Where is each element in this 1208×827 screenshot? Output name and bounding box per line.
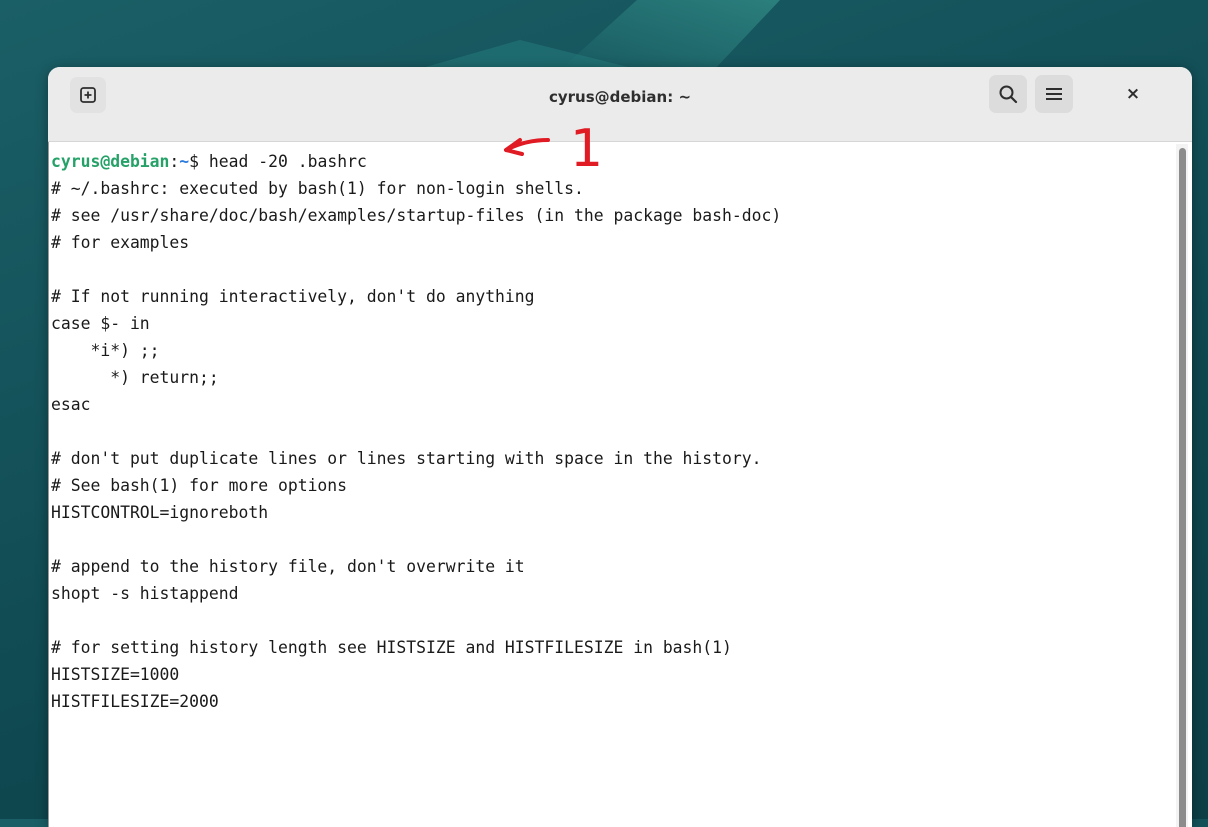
- hamburger-menu-icon: [1046, 88, 1062, 100]
- search-button[interactable]: [989, 75, 1027, 113]
- output-line: # see /usr/share/doc/bash/examples/start…: [51, 206, 782, 225]
- prompt-user-host: cyrus@debian: [51, 152, 170, 171]
- output-line: # If not running interactively, don't do…: [51, 287, 535, 306]
- wallpaper-shape: [560, 0, 780, 70]
- vertical-scrollbar[interactable]: [1176, 144, 1188, 827]
- output-line: *) return;;: [51, 368, 219, 387]
- prompt-symbol: $: [189, 152, 209, 171]
- title-bar[interactable]: cyrus@debian: ~ ×: [48, 67, 1192, 142]
- terminal-area[interactable]: cyrus@debian:~$ head -20 .bashrc # ~/.ba…: [48, 142, 1173, 827]
- output-line: case $- in: [51, 314, 150, 333]
- output-line: # See bash(1) for more options: [51, 476, 348, 495]
- output-line: # append to the history file, don't over…: [51, 557, 525, 576]
- output-line: HISTCONTROL=ignoreboth: [51, 503, 269, 522]
- output-line: HISTFILESIZE=2000: [51, 692, 219, 711]
- output-line: esac: [51, 395, 91, 414]
- prompt-path: ~: [179, 152, 190, 171]
- prompt-separator: :: [169, 152, 180, 171]
- prompt-line: cyrus@debian:~$ head -20 .bashrc: [51, 150, 367, 174]
- annotation-number: 1: [570, 119, 603, 178]
- scrollbar-thumb[interactable]: [1179, 148, 1186, 827]
- annotation-arrow-icon: 1: [504, 119, 603, 178]
- output-line: shopt -s histappend: [51, 584, 239, 603]
- main-menu-button[interactable]: [1035, 75, 1073, 113]
- prompt-command: head -20 .bashrc: [208, 152, 367, 171]
- output-line: # for examples: [51, 233, 190, 252]
- terminal-window: cyrus@debian: ~ × cyrus@debian:~$ head -…: [48, 67, 1192, 827]
- output-line: # don't put duplicate lines or lines sta…: [51, 449, 762, 468]
- close-icon: ×: [1125, 84, 1141, 104]
- output-line: HISTSIZE=1000: [51, 665, 180, 684]
- output-line: # for setting history length see HISTSIZ…: [51, 638, 732, 657]
- output-line: *i*) ;;: [51, 341, 160, 360]
- search-icon: [999, 85, 1018, 104]
- close-button[interactable]: ×: [1120, 81, 1146, 107]
- output-line: # ~/.bashrc: executed by bash(1) for non…: [51, 179, 584, 198]
